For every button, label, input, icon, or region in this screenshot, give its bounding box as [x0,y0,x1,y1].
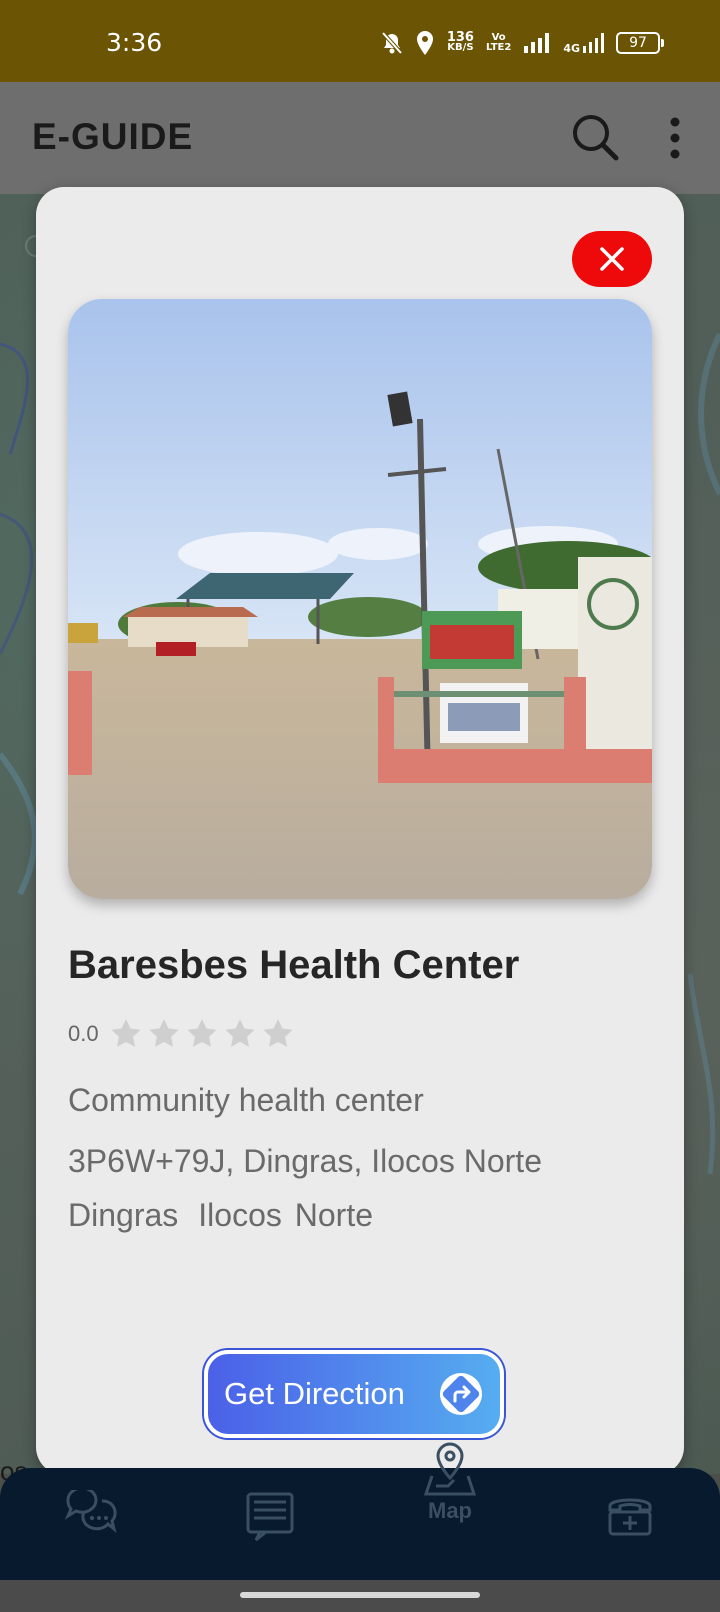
battery-indicator: 97 [616,32,664,54]
net-speed: 136 KB/S [447,31,474,53]
star-icon [263,1019,293,1047]
volte-indicator: Vo LTE2 [486,33,511,53]
hospital-phone-icon [608,1498,652,1536]
star-icon [187,1019,217,1047]
place-category: Community health center [68,1082,424,1118]
street-view-photo [68,299,652,899]
app-bar: E-GUIDE [0,82,720,194]
get-direction-label: Get Direction [224,1376,405,1411]
chat-bubbles-icon [64,1490,117,1534]
nav-hospital[interactable] [590,1490,670,1540]
get-direction-button[interactable]: Get Direction [204,1350,504,1438]
location-icon [416,31,433,55]
gesture-handle[interactable] [240,1592,480,1598]
net-speed-unit: KB/S [447,42,474,53]
place-photo [68,299,652,899]
map-pin-icon [423,1442,477,1496]
nav-news[interactable] [230,1490,310,1544]
bottom-navigation: Map [0,1442,720,1580]
place-detail-dialog: Baresbes Health Center 0.0 Community hea… [36,187,684,1475]
close-button[interactable] [572,231,652,287]
star-icon [149,1019,179,1047]
rating-row: 0.0 [68,1017,295,1051]
volte-bottom: LTE2 [485,42,512,53]
nav-map-label: Map [428,1498,472,1523]
signal-4g-icon [583,33,604,53]
place-address: 3P6W+79J, Dingras, Ilocos Norte [68,1143,542,1179]
place-city: Dingras [68,1197,179,1233]
rating-value: 0.0 [68,1021,99,1046]
star-icon [225,1019,255,1047]
place-locality: Dingras Ilocos Norte [68,1197,393,1234]
network-type: 4G [563,42,580,55]
news-icon [246,1492,294,1542]
status-icons: 136 KB/S Vo LTE2 4G 97 [381,26,664,60]
nav-chat[interactable] [50,1490,130,1540]
place-province: Ilocos Norte [198,1197,373,1233]
gesture-area [0,1580,720,1612]
signal-icon [524,33,550,53]
bell-off-icon [381,31,403,55]
direction-icon [440,1373,482,1415]
star-icon [111,1019,141,1047]
signal-4g: 4G [563,32,604,54]
more-vert-icon[interactable] [666,116,684,160]
app-title: E-GUIDE [32,116,194,157]
close-icon [600,247,624,271]
search-icon[interactable] [570,112,620,162]
place-name: Baresbes Health Center [68,943,520,987]
status-time: 3:36 [106,28,163,57]
status-bar: 3:36 136 KB/S Vo LTE2 4G 97 [0,0,720,82]
nav-map[interactable]: Map [410,1440,490,1524]
